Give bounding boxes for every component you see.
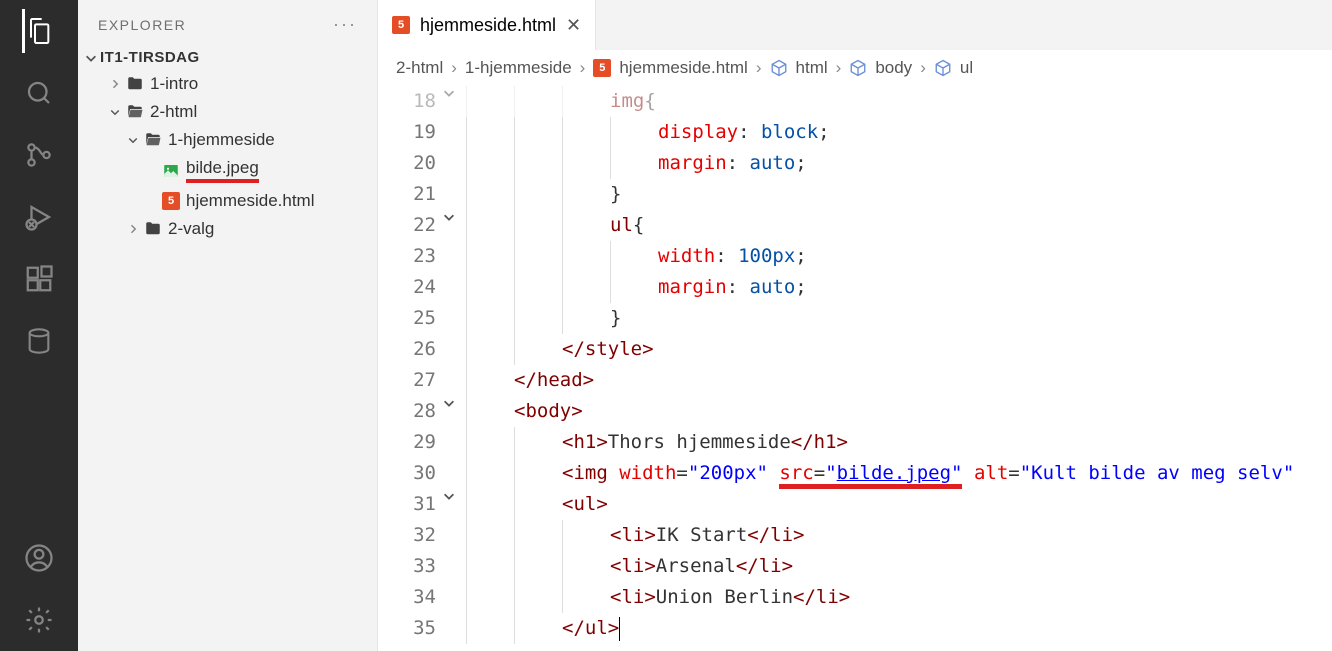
line-number: 19 (378, 117, 458, 148)
line-number: 26 (378, 334, 458, 365)
tree-item[interactable]: 1-intro (82, 70, 373, 98)
code-line[interactable]: } (466, 179, 1332, 210)
code-line[interactable]: <body> (466, 396, 1332, 427)
explorer-icon[interactable] (22, 14, 56, 48)
source-control-icon[interactable] (22, 138, 56, 172)
line-number: 25 (378, 303, 458, 334)
debug-icon[interactable] (22, 200, 56, 234)
chevron-down-icon (124, 134, 142, 146)
line-number: 30 (378, 458, 458, 489)
folder-open-icon (124, 103, 146, 121)
line-number: 27 (378, 365, 458, 396)
code-line[interactable]: <li>IK Start</li> (466, 520, 1332, 551)
cube-icon (849, 59, 867, 77)
line-number: 28 (378, 396, 458, 427)
file-tree: IT1-TIRSDAG 1-intro2-html1-hjemmesidebil… (78, 45, 377, 243)
chevron-right-icon: › (756, 58, 762, 78)
fold-icon[interactable] (442, 86, 456, 100)
sidebar-title: EXPLORER (98, 17, 186, 33)
chevron-right-icon: › (920, 58, 926, 78)
line-number: 21 (378, 179, 458, 210)
chevron-right-icon: › (580, 58, 586, 78)
settings-icon[interactable] (22, 603, 56, 637)
folder-icon (124, 75, 146, 93)
sidebar-more-icon[interactable]: ··· (333, 14, 357, 35)
code-line[interactable]: display: block; (466, 117, 1332, 148)
account-icon[interactable] (22, 541, 56, 575)
html5-icon: 5 (160, 192, 182, 210)
tab-label: hjemmeside.html (420, 15, 556, 36)
tree-item[interactable]: 2-html (82, 98, 373, 126)
fold-icon[interactable] (442, 489, 456, 503)
chevron-down-icon (82, 51, 100, 65)
line-number: 29 (378, 427, 458, 458)
code-line[interactable]: margin: auto; (466, 272, 1332, 303)
code-line[interactable]: img{ (466, 86, 1332, 117)
folder-open-icon (142, 131, 164, 149)
tab-hjemmeside[interactable]: 5 hjemmeside.html ✕ (378, 0, 596, 50)
chevron-right-icon: › (836, 58, 842, 78)
code-editor[interactable]: 181920212223242526272829303132333435 img… (378, 86, 1332, 651)
image-icon (160, 162, 182, 180)
code-line[interactable]: } (466, 303, 1332, 334)
activity-bar (0, 0, 78, 651)
cube-icon (770, 59, 788, 77)
fold-icon[interactable] (442, 396, 456, 410)
chevron-right-icon (106, 78, 124, 90)
explorer-sidebar: EXPLORER ··· IT1-TIRSDAG 1-intro2-html1-… (78, 0, 378, 651)
chevron-down-icon (106, 106, 124, 118)
tree-item[interactable]: 1-hjemmeside (82, 126, 373, 154)
line-number: 32 (378, 520, 458, 551)
tree-item[interactable]: bilde.jpeg (82, 154, 373, 187)
code-line[interactable]: </style> (466, 334, 1332, 365)
chevron-right-icon: › (451, 58, 457, 78)
code-line[interactable]: <li>Union Berlin</li> (466, 582, 1332, 613)
line-number: 33 (378, 551, 458, 582)
code-line[interactable]: <ul> (466, 489, 1332, 520)
tree-item[interactable]: 2-valg (82, 215, 373, 243)
code-line[interactable]: </ul> (466, 613, 1332, 644)
code-line[interactable]: margin: auto; (466, 148, 1332, 179)
html5-icon: 5 (392, 16, 410, 34)
line-number: 31 (378, 489, 458, 520)
code-line[interactable]: <li>Arsenal</li> (466, 551, 1332, 582)
line-number: 18 (378, 86, 458, 117)
chevron-right-icon (124, 223, 142, 235)
html5-icon: 5 (593, 59, 611, 77)
editor: 5 hjemmeside.html ✕ 2-html › 1-hjemmesid… (378, 0, 1332, 651)
search-icon[interactable] (22, 76, 56, 110)
line-number: 23 (378, 241, 458, 272)
code-line[interactable]: width: 100px; (466, 241, 1332, 272)
tab-bar: 5 hjemmeside.html ✕ (378, 0, 1332, 50)
code-line[interactable]: </head> (466, 365, 1332, 396)
tree-root[interactable]: IT1-TIRSDAG (82, 45, 373, 70)
folder-icon (142, 220, 164, 238)
fold-icon[interactable] (442, 210, 456, 224)
line-number: 34 (378, 582, 458, 613)
code-line[interactable]: ul{ (466, 210, 1332, 241)
code-line[interactable]: <h1>Thors hjemmeside</h1> (466, 427, 1332, 458)
extensions-icon[interactable] (22, 262, 56, 296)
breadcrumb[interactable]: 2-html › 1-hjemmeside › 5 hjemmeside.htm… (378, 50, 1332, 86)
database-icon[interactable] (22, 324, 56, 358)
close-icon[interactable]: ✕ (566, 15, 581, 36)
line-number: 35 (378, 613, 458, 644)
line-number: 24 (378, 272, 458, 303)
code-line[interactable]: <img width="200px" src="bilde.jpeg" alt=… (466, 458, 1332, 489)
cube-icon (934, 59, 952, 77)
line-number: 22 (378, 210, 458, 241)
line-number: 20 (378, 148, 458, 179)
tree-item[interactable]: 5hjemmeside.html (82, 187, 373, 215)
